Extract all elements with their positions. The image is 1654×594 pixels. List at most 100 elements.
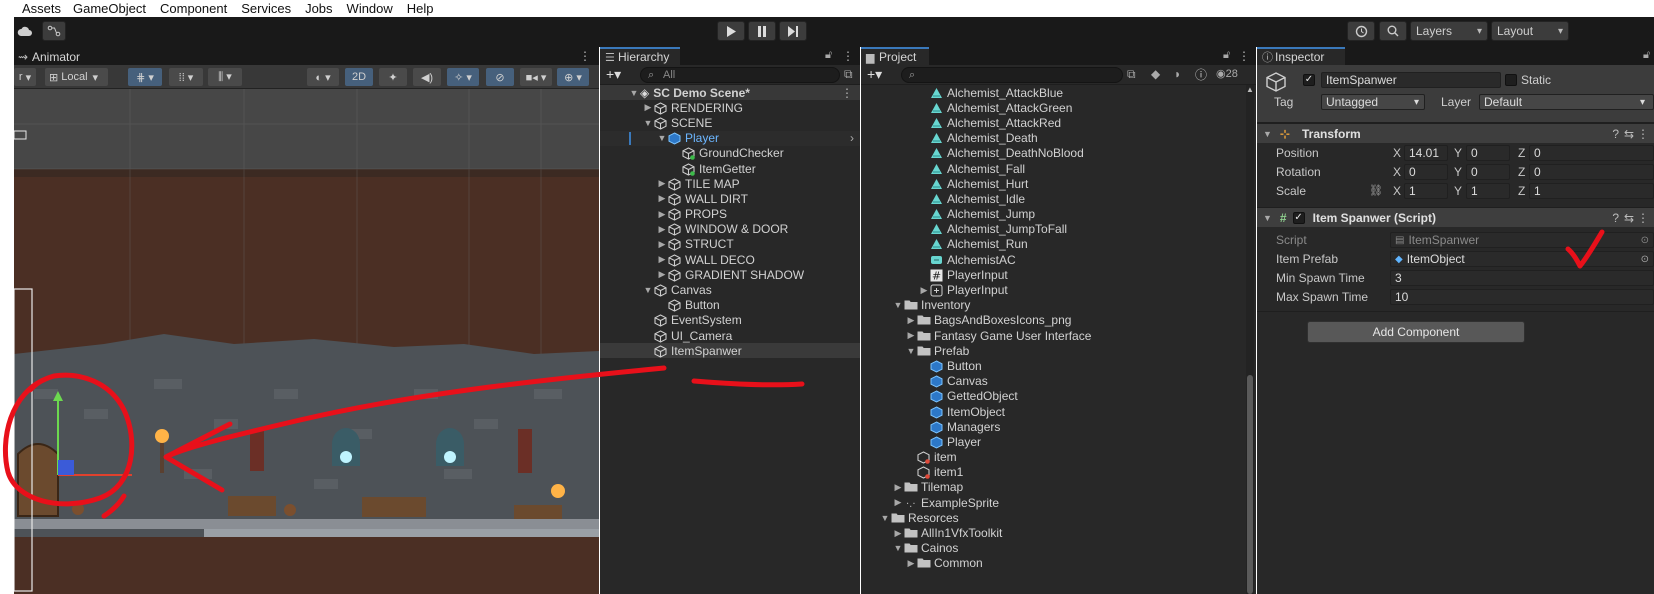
project-row[interactable]: Alchemist_Hurt: [861, 176, 1256, 191]
item-prefab-field[interactable]: ◆ ItemObject ⊙: [1390, 251, 1654, 267]
object-name-field[interactable]: ItemSpanwer: [1321, 72, 1501, 88]
menu-services[interactable]: Services: [241, 1, 291, 16]
expand-arrow-down-icon[interactable]: ▼: [892, 543, 904, 553]
project-scrollbar[interactable]: ▲: [1246, 85, 1254, 594]
lock-icon[interactable]: 🔓︎: [1223, 49, 1230, 62]
project-row[interactable]: item1: [861, 465, 1256, 480]
project-row[interactable]: ▶ Fantasy Game User Interface: [861, 328, 1256, 343]
layer-dropdown[interactable]: Default ▾: [1479, 94, 1654, 110]
project-row[interactable]: ▶ Common: [861, 556, 1256, 571]
max-spawn-time-field[interactable]: 10: [1390, 289, 1654, 305]
expand-arrow-right-icon[interactable]: ▶: [642, 102, 654, 113]
project-row[interactable]: ▶ BagsAndBoxesIcons_png: [861, 313, 1256, 328]
constrain-proportions-icon[interactable]: ⛓: [1369, 184, 1383, 197]
label-icon[interactable]: ◗: [1174, 67, 1181, 81]
object-picker-icon[interactable]: ⊙: [1641, 235, 1649, 246]
hierarchy-row[interactable]: ▶ GRADIENT SHADOW: [600, 267, 860, 282]
add-component-button[interactable]: Add Component: [1307, 321, 1525, 343]
hierarchy-row[interactable]: ▶ WINDOW & DOOR: [600, 222, 860, 237]
expand-arrow-right-icon[interactable]: ▶: [656, 224, 668, 235]
hidden-packages-indicator[interactable]: ◉28: [1216, 67, 1238, 80]
expand-arrow-down-icon[interactable]: ▼: [642, 118, 654, 128]
layers-dropdown[interactable]: Layers: [1410, 21, 1488, 41]
lock-icon[interactable]: 🔓︎: [825, 49, 832, 62]
expand-arrow-right-icon[interactable]: ▶: [656, 254, 668, 265]
hierarchy-row[interactable]: ▶ WALL DECO: [600, 252, 860, 267]
row-menu-icon[interactable]: ⋮: [841, 86, 853, 100]
scene-visibility-icon[interactable]: ⧉: [844, 67, 853, 82]
min-spawn-time-field[interactable]: 3: [1390, 270, 1654, 286]
expand-arrow-right-icon[interactable]: ▶: [905, 330, 917, 341]
object-picker-icon[interactable]: ⊙: [1641, 254, 1649, 265]
tab-animator[interactable]: ⇝ Animator: [14, 47, 114, 65]
version-control-icon[interactable]: [42, 21, 66, 41]
hierarchy-row[interactable]: ▶ RENDERING: [600, 100, 860, 115]
expand-arrow-down-icon[interactable]: ▼: [642, 285, 654, 295]
menu-help[interactable]: Help: [407, 1, 434, 16]
project-row[interactable]: Alchemist_DeathNoBlood: [861, 146, 1256, 161]
menu-jobs[interactable]: Jobs: [305, 1, 332, 16]
hierarchy-row[interactable]: ▼ Player ›: [600, 130, 860, 146]
2d-toggle[interactable]: 2D: [345, 68, 373, 86]
project-row[interactable]: ▼ Inventory: [861, 298, 1256, 313]
project-row[interactable]: Player: [861, 434, 1256, 449]
scale-y-field[interactable]: 1: [1466, 183, 1510, 199]
play-button[interactable]: [717, 21, 745, 41]
hierarchy-row[interactable]: EventSystem: [600, 313, 860, 328]
project-row[interactable]: Alchemist_Run: [861, 237, 1256, 252]
help-icon[interactable]: ?: [1612, 127, 1619, 141]
pivot-rotation-dropdown[interactable]: ⊞ Local ▾: [45, 68, 108, 86]
project-row[interactable]: item: [861, 450, 1256, 465]
project-row[interactable]: # PlayerInput: [861, 267, 1256, 282]
create-button[interactable]: +▾: [867, 66, 882, 83]
effects-toggle[interactable]: ✧ ▾: [447, 68, 479, 86]
help-icon[interactable]: ?: [1612, 211, 1619, 225]
static-checkbox[interactable]: [1505, 74, 1517, 86]
grid-snap-button[interactable]: ⋕ ▾: [128, 68, 162, 86]
hierarchy-row[interactable]: ▶ WALL DIRT: [600, 191, 860, 206]
search-icon[interactable]: [1379, 21, 1407, 41]
project-row[interactable]: Alchemist_Idle: [861, 191, 1256, 206]
project-row[interactable]: Alchemist_JumpToFall: [861, 222, 1256, 237]
scrollbar-thumb[interactable]: [1247, 375, 1253, 594]
expand-arrow[interactable]: ▼: [628, 88, 640, 98]
tab-project[interactable]: ▆ Project: [861, 47, 929, 65]
visibility-toggle[interactable]: ⊘: [486, 68, 514, 86]
expand-arrow-down-icon[interactable]: ▼: [905, 346, 917, 356]
hierarchy-search-input[interactable]: ⌕ All: [640, 67, 840, 83]
project-row[interactable]: ▶ PlayerInput: [861, 282, 1256, 297]
expand-arrow-right-icon[interactable]: ▶: [656, 209, 668, 220]
scale-x-field[interactable]: 1: [1404, 183, 1448, 199]
pause-button[interactable]: [748, 21, 776, 41]
create-button[interactable]: +▾: [606, 66, 621, 83]
hierarchy-row[interactable]: ▼ SCENE: [600, 115, 860, 130]
expand-arrow-right-icon[interactable]: ▶: [892, 482, 904, 493]
transform-header[interactable]: ▼ ⊹ Transform ? ⇆ ⋮: [1257, 123, 1654, 143]
rotation-y-field[interactable]: 0: [1466, 164, 1510, 180]
hierarchy-row[interactable]: ▶ TILE MAP: [600, 176, 860, 191]
expand-arrow-right-icon[interactable]: ▶: [656, 178, 668, 189]
project-row[interactable]: Managers: [861, 419, 1256, 434]
draw-mode-dropdown[interactable]: r ▾: [14, 68, 36, 86]
project-row[interactable]: Canvas: [861, 374, 1256, 389]
audio-toggle[interactable]: ◀): [413, 68, 441, 86]
project-row[interactable]: Alchemist_Death: [861, 131, 1256, 146]
step-button[interactable]: [779, 21, 807, 41]
rotation-x-field[interactable]: 0: [1404, 164, 1448, 180]
expand-arrow-right-icon[interactable]: ▶: [656, 269, 668, 280]
project-row[interactable]: Alchemist_AttackGreen: [861, 100, 1256, 115]
project-row[interactable]: ▼ Resorces: [861, 510, 1256, 525]
project-row[interactable]: ▼ Prefab: [861, 343, 1256, 358]
position-y-field[interactable]: 0: [1466, 145, 1510, 161]
expand-arrow-right-icon[interactable]: ▶: [892, 497, 904, 508]
search-by-type-icon[interactable]: ⧉: [1127, 67, 1136, 82]
camera-dropdown[interactable]: ■◂ ▾: [520, 68, 552, 86]
scene-root-row[interactable]: ▼ ◈ SC Demo Scene* ⋮: [600, 85, 860, 101]
expand-arrow-down-icon[interactable]: ▼: [892, 300, 904, 310]
panel-menu-icon[interactable]: ⋮: [1238, 49, 1250, 63]
preset-icon[interactable]: ⇆: [1624, 211, 1634, 225]
lock-icon[interactable]: 🔓︎: [1643, 49, 1650, 62]
hierarchy-row[interactable]: UI_Camera: [600, 328, 860, 343]
gizmos-dropdown[interactable]: ⊕ ▾: [557, 68, 589, 86]
tab-inspector[interactable]: ⓘ Inspector: [1257, 47, 1345, 65]
